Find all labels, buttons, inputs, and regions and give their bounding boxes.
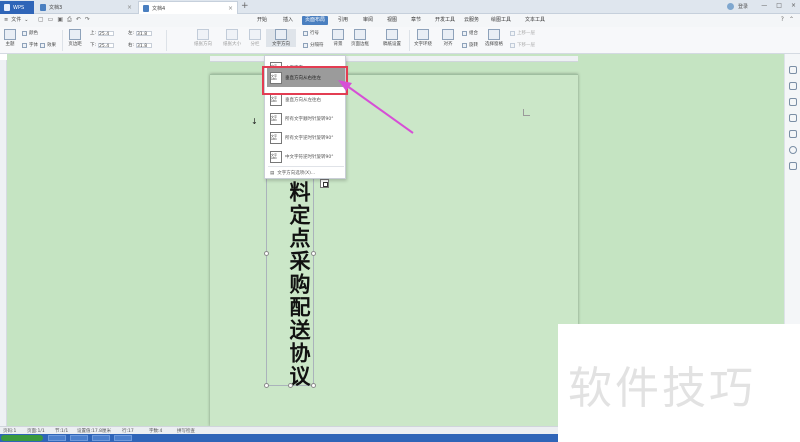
- history-icon[interactable]: [789, 146, 797, 154]
- properties-icon[interactable]: [789, 114, 797, 122]
- start-button[interactable]: [1, 435, 43, 441]
- share-icon[interactable]: [789, 162, 797, 170]
- taskbar-app-button[interactable]: [48, 435, 66, 441]
- watermark-panel: 软件技巧: [558, 324, 800, 442]
- pen-icon[interactable]: [789, 130, 797, 138]
- taskbar-app-button[interactable]: [114, 435, 132, 441]
- arrow-line: [342, 82, 414, 134]
- style-icon[interactable]: [789, 98, 797, 106]
- pointer-icon[interactable]: [789, 66, 797, 74]
- taskbar-app-button[interactable]: [92, 435, 110, 441]
- watermark-text: 软件技巧: [568, 363, 756, 414]
- shape-icon[interactable]: [789, 82, 797, 90]
- taskbar-app-button[interactable]: [70, 435, 88, 441]
- arrow-head-icon: [338, 80, 352, 91]
